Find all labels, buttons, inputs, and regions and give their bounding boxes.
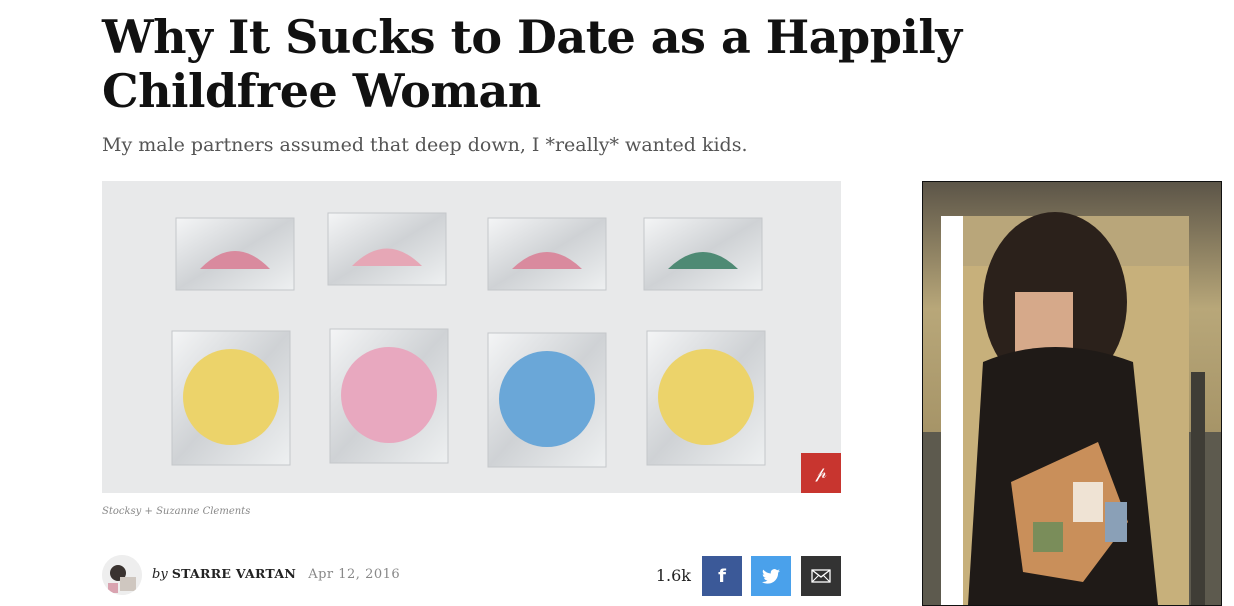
email-share-button[interactable] — [801, 556, 841, 596]
condom-top-2 — [327, 212, 447, 286]
twitter-share-button[interactable] — [751, 556, 791, 596]
sidebar-advertisement[interactable] — [922, 181, 1222, 606]
byline-row: by STARRE VARTAN Apr 12, 2016 1.6k f — [102, 555, 841, 597]
byline: by STARRE VARTAN Apr 12, 2016 — [152, 566, 400, 582]
condom-bottom-1 — [171, 330, 291, 466]
pinterest-pin-button[interactable]: 𝓅 — [801, 453, 841, 493]
email-icon — [811, 569, 831, 583]
pinterest-icon: 𝓅 — [815, 463, 827, 482]
condom-bottom-2 — [329, 328, 449, 464]
article-headline: Why It Sucks to Date as a Happily Childf… — [102, 10, 962, 118]
facebook-icon: f — [718, 565, 726, 587]
condoms-illustration — [102, 181, 841, 493]
image-credit: Stocksy + Suzanne Clements — [102, 506, 251, 517]
author-name[interactable]: STARRE VARTAN — [172, 566, 296, 581]
condom-top-1 — [175, 217, 295, 291]
condom-bottom-4 — [646, 330, 766, 466]
condom-top-3 — [487, 217, 607, 291]
publish-date: Apr 12, 2016 — [308, 567, 401, 582]
hero-image: 𝓅 — [102, 181, 841, 493]
twitter-icon — [762, 568, 780, 584]
article-dek: My male partners assumed that deep down,… — [102, 134, 748, 156]
facebook-share-button[interactable]: f — [702, 556, 742, 596]
condom-bottom-3 — [487, 332, 607, 468]
condom-top-4 — [643, 217, 763, 291]
advertisement-image — [923, 182, 1221, 605]
share-count: 1.6k — [655, 566, 691, 585]
byline-prefix: by — [152, 567, 168, 582]
author-avatar[interactable] — [102, 555, 142, 595]
